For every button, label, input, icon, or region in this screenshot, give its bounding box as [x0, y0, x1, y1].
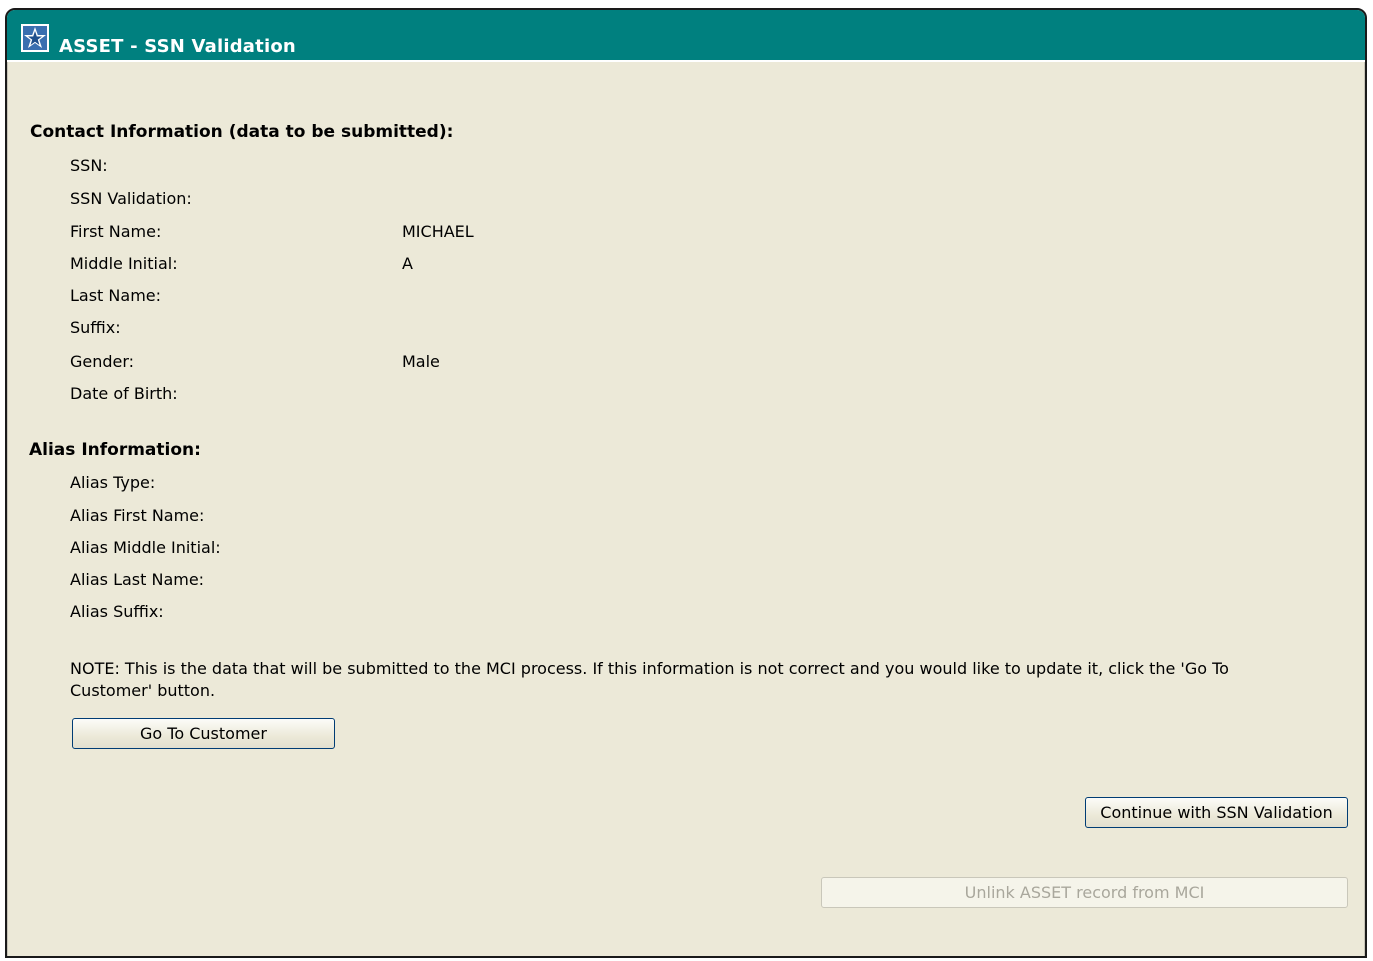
field-label: Alias Type:: [70, 473, 156, 492]
window-title: ASSET - SSN Validation: [59, 36, 296, 57]
go-to-customer-button[interactable]: Go To Customer: [72, 718, 335, 749]
field-label: Gender:: [70, 352, 135, 371]
field-label: First Name:: [70, 222, 162, 241]
unlink-asset-record-button[interactable]: Unlink ASSET record from MCI: [821, 877, 1348, 908]
field-label: Alias Middle Initial:: [70, 538, 221, 557]
continue-ssn-validation-button[interactable]: Continue with SSN Validation: [1085, 797, 1348, 828]
contact-heading: Contact Information (data to be submitte…: [30, 122, 454, 142]
content-area: Contact Information (data to be submitte…: [7, 62, 1365, 956]
field-label: Alias Last Name:: [70, 570, 205, 589]
field-label: Alias Suffix:: [70, 602, 164, 621]
field-value: Male: [402, 352, 440, 371]
note-text: NOTE: This is the data that will be subm…: [70, 659, 1229, 700]
field-label: Alias First Name:: [70, 506, 205, 525]
field-label: Last Name:: [70, 286, 162, 305]
field-label: Suffix:: [70, 318, 121, 337]
field-label: SSN Validation:: [70, 189, 192, 208]
field-value: MICHAEL: [402, 222, 474, 241]
alias-heading: Alias Information:: [29, 440, 201, 460]
field-label: Middle Initial:: [70, 254, 178, 273]
window-frame: ASSET - SSN Validation Contact Informati…: [5, 8, 1367, 958]
asset-star-logo-icon: [21, 24, 49, 52]
field-label: SSN:: [70, 156, 108, 175]
title-bar: ASSET - SSN Validation: [7, 10, 1365, 62]
field-value: A: [402, 254, 413, 273]
field-label: Date of Birth:: [70, 384, 178, 403]
